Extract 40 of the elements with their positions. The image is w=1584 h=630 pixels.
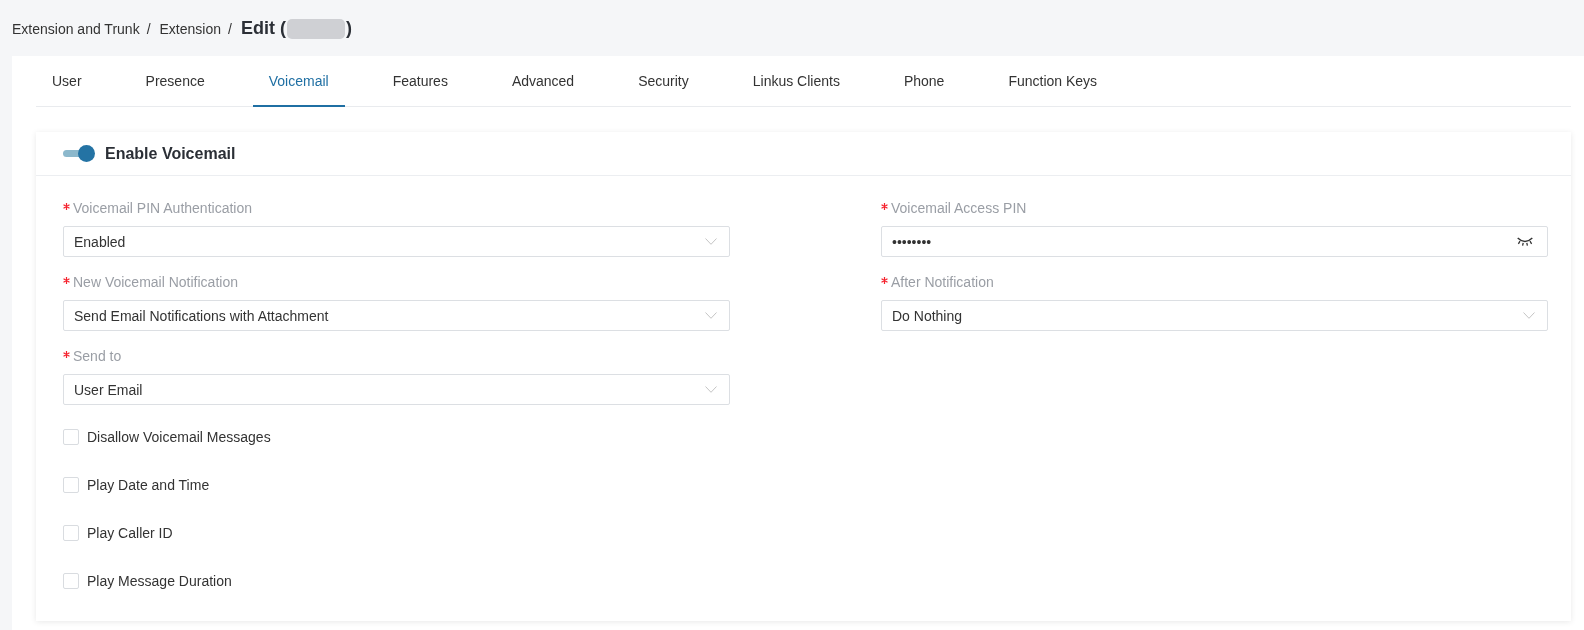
chevron-down-icon	[705, 386, 717, 393]
page-title: Edit (	[240, 18, 286, 39]
section-title: Enable Voicemail	[105, 144, 236, 163]
field-label: New Voicemail Notification	[73, 274, 238, 290]
chevron-down-icon	[1523, 312, 1535, 319]
tab[interactable]: Security	[622, 56, 705, 107]
chevron-down-icon	[705, 238, 717, 245]
tab[interactable]: User	[36, 56, 98, 107]
dropdown[interactable]: Enabled	[63, 226, 730, 257]
checkbox-label[interactable]: Play Message Duration	[87, 573, 232, 589]
toggle-switch[interactable]	[63, 145, 95, 162]
breadcrumb-separator: /	[146, 20, 151, 37]
eye-closed-icon[interactable]	[1517, 237, 1533, 246]
dropdown[interactable]: Do Nothing	[881, 300, 1548, 331]
field-label: Voicemail PIN Authentication	[73, 200, 252, 216]
tab[interactable]: Function Keys	[992, 56, 1114, 107]
tab[interactable]: Advanced	[495, 56, 591, 107]
tab[interactable]: Linkus Clients	[736, 56, 856, 107]
chevron-down-icon	[705, 312, 717, 319]
tab[interactable]: Voicemail	[252, 56, 345, 107]
checkbox[interactable]	[63, 429, 79, 445]
tab[interactable]: Features	[376, 56, 464, 107]
checkbox[interactable]	[63, 525, 79, 541]
checkbox-label[interactable]: Disallow Voicemail Messages	[87, 429, 271, 445]
checkbox[interactable]	[63, 477, 79, 493]
field-label: After Notification	[891, 274, 994, 290]
tab[interactable]: Phone	[887, 56, 961, 107]
dropdown[interactable]: User Email	[63, 374, 730, 405]
checkbox-label[interactable]: Play Date and Time	[87, 477, 210, 493]
breadcrumb-link[interactable]: Extension	[159, 20, 221, 37]
field-label: Send to	[73, 348, 122, 364]
dropdown[interactable]: Send Email Notifications with Attachment	[63, 300, 730, 331]
tab[interactable]: Presence	[129, 56, 221, 107]
checkbox-label[interactable]: Play Caller ID	[87, 525, 173, 541]
breadcrumb-link[interactable]: Extension and Trunk	[12, 20, 140, 37]
password-field[interactable]: ••••••••	[881, 226, 1548, 257]
breadcrumb-separator: /	[228, 20, 232, 37]
checkbox[interactable]	[63, 573, 79, 589]
field-label: Voicemail Access PIN	[891, 200, 1027, 216]
page-title-end: )	[345, 18, 352, 39]
